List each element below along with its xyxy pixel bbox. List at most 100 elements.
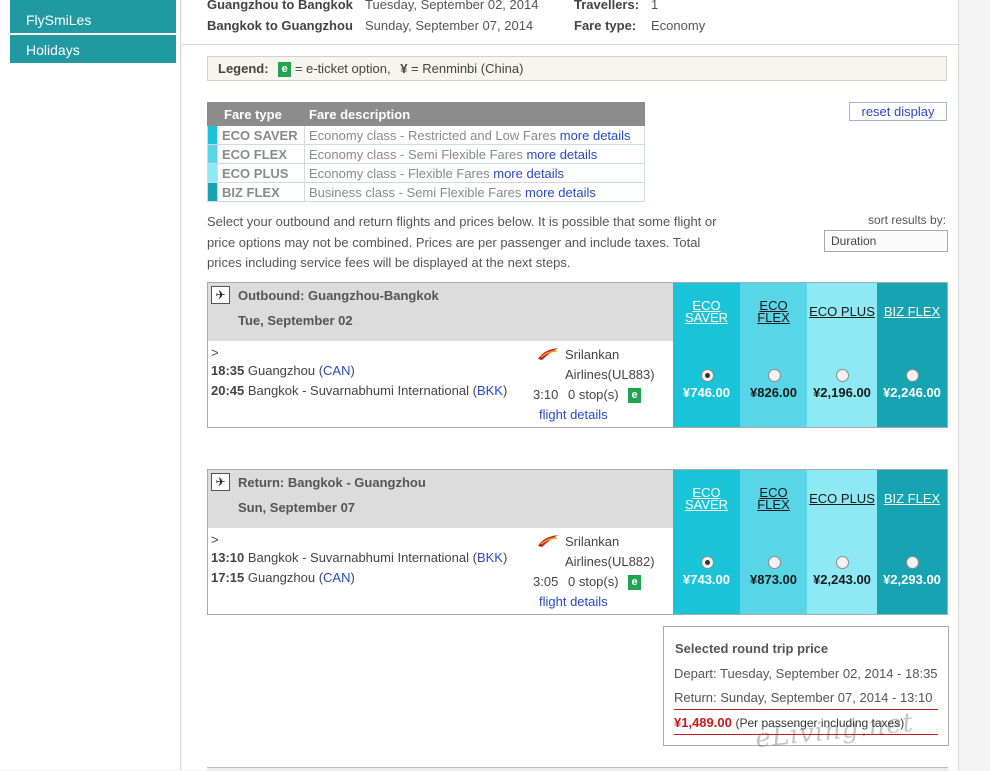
fare-col-eco-plus[interactable]: ECO PLUS ¥2,243.00 [807,470,877,614]
more-details-link[interactable]: more details [560,128,631,143]
fare-name: BIZ FLEX [217,182,305,202]
fare-desc-cell: Business class - Semi Flexible Fares mor… [304,182,645,202]
airport-code-link[interactable]: CAN [323,363,350,378]
fare-col-biz-flex[interactable]: BIZ FLEX ¥2,293.00 [877,470,947,614]
fare-radio[interactable] [906,369,919,382]
fare-type-label: Fare type: [574,18,637,33]
arr-time: 17:15 [211,570,245,585]
departure-row: 18:35 Guangzhou (CAN) [211,363,355,378]
fare-color-swatch [207,144,218,164]
fare-col-eco-plus[interactable]: ECO PLUS ¥2,196.00 [807,283,877,427]
airline-name: Srilankan [565,347,620,362]
fare-desc-cell: Economy class - Semi Flexible Fares more… [304,144,645,164]
airport-code-link[interactable]: CAN [323,570,350,585]
fare-name: ECO FLEX [217,144,305,164]
more-details-link[interactable]: more details [493,166,564,181]
fare-type-header: Fare type [207,102,305,126]
fare-desc-cell: Economy class - Flexible Fares more deta… [304,163,645,183]
fare-col-eco-flex[interactable]: ECO FLEX ¥826.00 [740,283,807,427]
fare-col-eco-saver[interactable]: ECO SAVER ¥746.00 [673,283,740,427]
legend-eticket-text: = e-ticket option, [294,61,391,76]
dep-time: 13:10 [211,550,245,565]
fare-col-eco-flex[interactable]: ECO FLEX ¥873.00 [740,470,807,614]
fare-price: ¥873.00 [750,572,797,587]
sidebar-item-flysmiles[interactable]: FlySmiLes [10,0,176,35]
fare-radio[interactable] [836,556,849,569]
expand-toggle[interactable]: > [211,345,219,360]
arr-city: Bangkok - Suvarnabhumi International ( [247,383,477,398]
return-flight-block: ✈ Return: Bangkok - Guangzhou Sun, Septe… [207,469,948,615]
arrival-row: 20:45 Bangkok - Suvarnabhumi Internation… [211,383,508,398]
flight-stops: 0 stop(s) [568,387,619,402]
flight-details-link[interactable]: flight details [539,407,608,422]
yen-icon: ¥ [400,61,408,76]
fare-desc: Business class - Semi Flexible Fares [309,184,522,200]
eco-plus-header[interactable]: ECO PLUS [807,283,877,341]
airport-code-link[interactable]: BKK [477,550,503,565]
trip-route-outbound: Guangzhou to Bangkok [207,0,353,12]
eco-plus-header[interactable]: ECO PLUS [807,470,877,528]
fare-col-biz-flex[interactable]: BIZ FLEX ¥2,246.00 [877,283,947,427]
sidebar-item-holidays[interactable]: Holidays [10,35,176,65]
fare-radio[interactable] [767,556,781,569]
fare-radio[interactable] [767,369,781,382]
fare-desc: Economy class - Flexible Fares [309,165,490,181]
fare-row-eco-plus: ECO PLUS Economy class - Flexible Fares … [207,163,645,183]
fare-col-eco-saver[interactable]: ECO SAVER ¥743.00 [673,470,740,614]
return-header: ✈ Return: Bangkok - Guangzhou Sun, Septe… [208,470,673,528]
fare-table-header: Fare type Fare description [207,102,645,126]
flight-details-link[interactable]: flight details [539,594,608,609]
plane-takeoff-icon: ✈ [211,286,230,304]
fare-desc: Economy class - Restricted and Low Fares [309,127,557,143]
outbound-date: Tue, September 02 [238,313,353,328]
fare-price: ¥743.00 [683,572,730,587]
expand-toggle[interactable]: > [211,532,219,547]
legend-yen-text: = Renminbi (China) [411,61,524,76]
eco-saver-header[interactable]: ECO SAVER [673,470,740,528]
fare-row-eco-saver: ECO SAVER Economy class - Restricted and… [207,125,645,145]
arr-time: 20:45 [211,383,245,398]
reset-display-button[interactable]: reset display [849,102,947,121]
fare-radio[interactable] [700,369,714,382]
airline-flight: Airlines(UL883) [565,367,655,382]
next-section-edge [207,767,948,771]
srilankan-logo-icon [538,348,558,360]
eco-saver-header[interactable]: ECO SAVER [673,283,740,341]
fare-type-value: Economy [651,18,706,33]
eticket-icon: e [278,62,292,78]
dep-city: Guangzhou ( [247,363,324,378]
flight-stops: 0 stop(s) [568,574,619,589]
trip-route-return: Bangkok to Guangzhou [207,18,353,33]
eco-flex-header[interactable]: ECO FLEX [740,283,807,341]
travellers-label: Travellers: [574,0,640,12]
eco-flex-header[interactable]: ECO FLEX [740,470,807,528]
more-details-link[interactable]: more details [525,185,596,200]
fare-desc-cell: Economy class - Restricted and Low Fares… [304,125,645,145]
outbound-flight-block: ✈ Outbound: Guangzhou-Bangkok Tue, Septe… [207,282,948,428]
eticket-icon: e [628,388,641,403]
fare-name: ECO PLUS [217,163,305,183]
summary-depart: Depart: Tuesday, September 02, 2014 - 18… [674,666,938,681]
airline-flight: Airlines(UL882) [565,554,655,569]
fare-price: ¥2,246.00 [883,385,941,400]
intro-text: Select your outbound and return flights … [207,214,717,270]
dep-city: Bangkok - Suvarnabhumi International ( [247,550,477,565]
fare-desc: Economy class - Semi Flexible Fares [309,146,523,162]
more-details-link[interactable]: more details [526,147,597,162]
fare-row-eco-flex: ECO FLEX Economy class - Semi Flexible F… [207,144,645,164]
fare-price: ¥826.00 [750,385,797,400]
summary-total-price: ¥1,489.00 [674,715,732,730]
airport-code-link[interactable]: BKK [477,383,503,398]
fare-radio[interactable] [700,556,714,569]
legend-bar: Legend: e = e-ticket option, ¥ = Renminb… [207,56,947,81]
biz-flex-header[interactable]: BIZ FLEX [877,470,947,528]
sort-select[interactable]: Duration [824,230,948,252]
fare-radio[interactable] [836,369,849,382]
fare-radio[interactable] [906,556,919,569]
biz-flex-header[interactable]: BIZ FLEX [877,283,947,341]
srilankan-logo-icon [538,535,558,547]
left-sidebar: FlySmiLes Holidays [0,0,181,770]
flight-duration: 3:05 [533,574,559,589]
fare-color-swatch [207,182,218,202]
trip-date-return: Sunday, September 07, 2014 [365,18,534,33]
